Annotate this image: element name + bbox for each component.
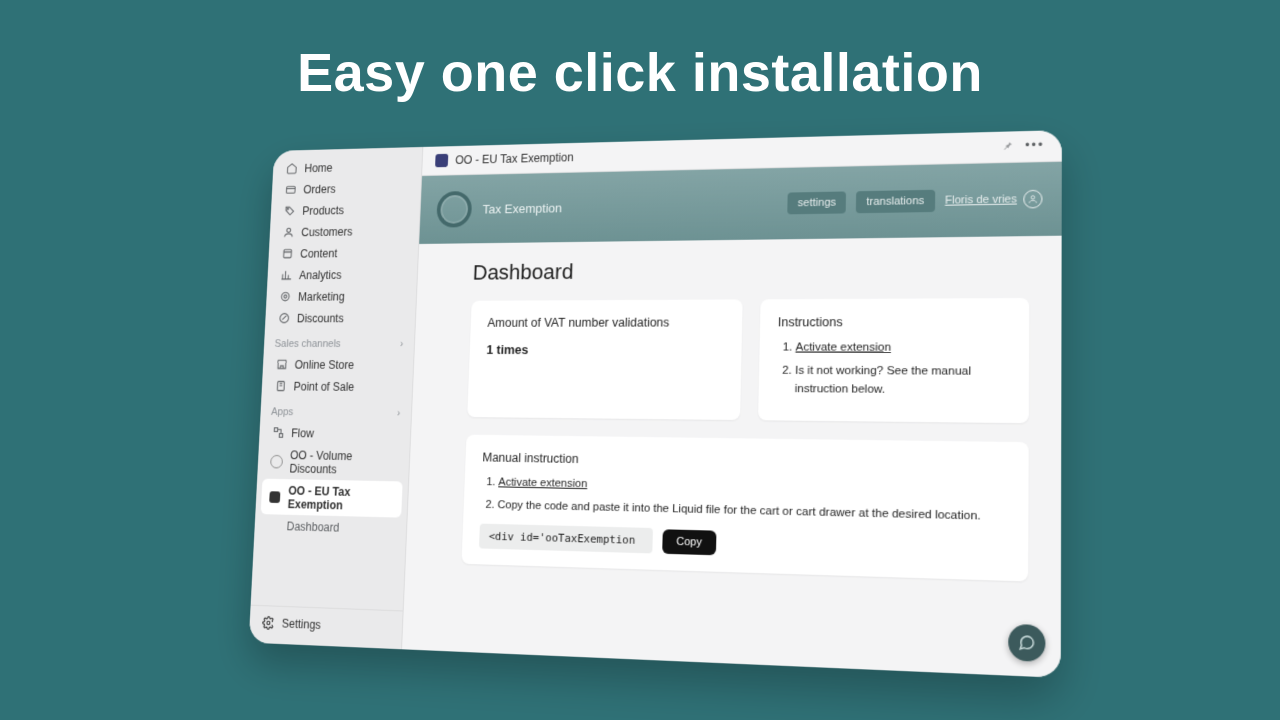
sidebar-item-marketing[interactable]: Marketing bbox=[271, 285, 411, 308]
instructions-card: Instructions Activate extension Is it no… bbox=[758, 298, 1029, 423]
sidebar-item-customers[interactable]: Customers bbox=[275, 219, 414, 243]
settings-button[interactable]: settings bbox=[788, 191, 847, 214]
page-title: Dashboard bbox=[472, 255, 1029, 286]
sidebar-section-sales[interactable]: Sales channels › bbox=[264, 329, 415, 354]
circle-icon bbox=[270, 454, 283, 468]
sidebar-item-discounts[interactable]: Discounts bbox=[270, 307, 410, 329]
app-title: Tax Exemption bbox=[482, 200, 562, 216]
app-icon bbox=[435, 154, 448, 167]
activate-extension-link[interactable]: Activate extension bbox=[795, 341, 891, 353]
store-icon bbox=[275, 358, 288, 371]
sidebar-item-label: Online Store bbox=[294, 358, 354, 372]
vat-card-value: 1 times bbox=[486, 342, 723, 357]
sidebar-item-label: Dashboard bbox=[286, 519, 339, 534]
sidebar-item-orders[interactable]: Orders bbox=[277, 176, 416, 200]
sidebar-settings-label: Settings bbox=[281, 617, 321, 632]
chevron-right-icon: › bbox=[400, 339, 403, 350]
sidebar-item-dashboard[interactable]: Dashboard bbox=[259, 514, 401, 540]
chat-fab[interactable] bbox=[1008, 624, 1045, 662]
avatar-icon bbox=[1023, 190, 1042, 209]
sidebar-item-label: Discounts bbox=[297, 311, 344, 324]
code-snippet[interactable]: <div id='ooTaxExemption bbox=[479, 524, 653, 554]
vat-card: Amount of VAT number validations 1 times bbox=[467, 299, 742, 419]
sidebar-item-content[interactable]: Content bbox=[273, 241, 412, 264]
sidebar-item-online-store[interactable]: Online Store bbox=[268, 353, 408, 375]
sidebar-item-label: Flow bbox=[291, 426, 314, 440]
sidebar-item-products[interactable]: Products bbox=[276, 198, 415, 222]
sidebar-item-oo-eu-tax-exemption[interactable]: OO - EU Tax Exemption bbox=[261, 479, 403, 518]
content-icon bbox=[281, 247, 294, 260]
sidebar-item-point-of-sale[interactable]: Point of Sale bbox=[267, 375, 408, 398]
instructions-step-1: Activate extension bbox=[795, 339, 1010, 357]
app-header: Tax Exemption settings translations Flor… bbox=[419, 162, 1062, 244]
user-menu[interactable]: Floris de vries bbox=[945, 190, 1043, 210]
copy-button[interactable]: Copy bbox=[662, 529, 716, 555]
manual-card-title: Manual instruction bbox=[482, 450, 1009, 473]
sidebar: Home Orders Products Customers Content Analyt… bbox=[249, 147, 424, 649]
sidebar-item-analytics[interactable]: Analytics bbox=[272, 263, 412, 286]
app-logo-icon bbox=[436, 191, 472, 228]
home-icon bbox=[285, 162, 298, 175]
flow-icon bbox=[272, 426, 285, 440]
chevron-right-icon: › bbox=[397, 408, 401, 419]
orders-icon bbox=[284, 183, 297, 196]
activate-extension-link-2[interactable]: Activate extension bbox=[498, 476, 587, 490]
sidebar-section-label: Apps bbox=[271, 406, 294, 418]
instructions-card-title: Instructions bbox=[778, 315, 1010, 330]
sidebar-item-label: Home bbox=[304, 161, 333, 175]
sidebar-section-label: Sales channels bbox=[274, 338, 341, 349]
sidebar-settings[interactable]: Settings bbox=[249, 605, 403, 650]
sidebar-item-label: Point of Sale bbox=[293, 379, 354, 393]
square-icon bbox=[268, 490, 281, 504]
analytics-icon bbox=[280, 268, 293, 281]
manual-step-1: Activate extension bbox=[498, 474, 1009, 502]
sidebar-item-home[interactable]: Home bbox=[278, 155, 417, 180]
sidebar-item-flow[interactable]: Flow bbox=[264, 421, 405, 445]
more-icon[interactable]: ••• bbox=[1025, 139, 1045, 152]
user-icon bbox=[282, 226, 295, 239]
translations-button[interactable]: translations bbox=[856, 190, 935, 214]
hero-heading: Easy one click installation bbox=[0, 0, 1280, 104]
sidebar-item-label: Products bbox=[302, 203, 344, 217]
manual-card: Manual instruction Activate extension Co… bbox=[461, 434, 1028, 581]
sidebar-item-label: OO - EU Tax Exemption bbox=[287, 484, 395, 514]
sidebar-item-label: Marketing bbox=[298, 290, 345, 303]
sidebar-item-label: Orders bbox=[303, 182, 336, 196]
breadcrumb-app-name: OO - EU Tax Exemption bbox=[455, 151, 574, 167]
user-name: Floris de vries bbox=[945, 193, 1017, 206]
main-area: OO - EU Tax Exemption ••• Tax Exemption … bbox=[402, 130, 1062, 678]
gear-icon bbox=[262, 616, 275, 630]
sidebar-item-label: Analytics bbox=[299, 268, 342, 282]
sidebar-item-label: OO - Volume Discounts bbox=[289, 448, 397, 477]
sidebar-item-label: Customers bbox=[301, 225, 353, 239]
pos-icon bbox=[274, 379, 287, 392]
sidebar-item-label: Content bbox=[300, 246, 338, 260]
pin-icon[interactable] bbox=[1002, 139, 1015, 151]
instructions-step-2: Is it not working? See the manual instru… bbox=[795, 363, 1010, 400]
sidebar-section-apps[interactable]: Apps › bbox=[260, 397, 412, 423]
vat-card-title: Amount of VAT number validations bbox=[487, 315, 724, 329]
content-area: Dashboard Amount of VAT number validatio… bbox=[402, 236, 1062, 678]
manual-step-2: Copy the code and paste it into the Liqu… bbox=[497, 497, 1009, 527]
target-icon bbox=[278, 290, 291, 303]
sidebar-item-oo-volume-discounts[interactable]: OO - Volume Discounts bbox=[262, 443, 404, 481]
tag-icon bbox=[283, 204, 296, 217]
device-frame: Home Orders Products Customers Content Analyt… bbox=[249, 130, 1062, 678]
discount-icon bbox=[277, 312, 290, 325]
